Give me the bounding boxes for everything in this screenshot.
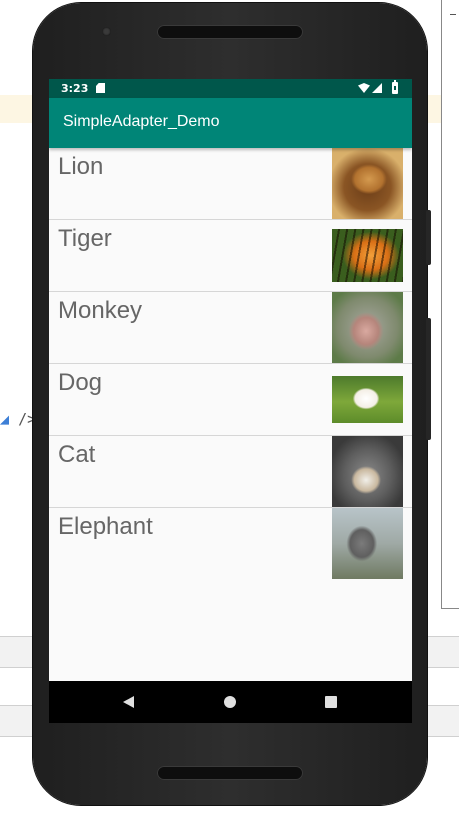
recents-icon[interactable] bbox=[325, 696, 337, 708]
list-item-lion[interactable]: Lion bbox=[49, 148, 412, 220]
cat-image bbox=[332, 436, 403, 507]
volume-button[interactable] bbox=[426, 318, 431, 440]
wifi-icon bbox=[358, 83, 370, 93]
signal-icon bbox=[372, 83, 382, 93]
tiger-image bbox=[332, 229, 403, 282]
monkey-image bbox=[332, 292, 403, 363]
home-icon[interactable] bbox=[224, 696, 236, 708]
list-item-cat[interactable]: Cat bbox=[49, 436, 412, 508]
list-item-label: Tiger bbox=[58, 225, 112, 252]
fold-arrow-icon[interactable]: ◢ bbox=[0, 410, 9, 428]
app-bar: SimpleAdapter_Demo bbox=[49, 98, 412, 148]
ide-code-fragment: ◢ /> bbox=[0, 410, 36, 428]
status-bar: 3:23 bbox=[49, 79, 412, 98]
status-time: 3:23 bbox=[61, 82, 89, 95]
power-button[interactable] bbox=[426, 210, 431, 265]
battery-icon bbox=[392, 80, 398, 94]
list-item-tiger[interactable]: Tiger bbox=[49, 220, 412, 292]
list-item-elephant[interactable]: Elephant bbox=[49, 508, 412, 579]
back-icon[interactable] bbox=[123, 696, 134, 708]
panel-mark-icon bbox=[450, 14, 456, 15]
dog-image bbox=[332, 376, 403, 423]
navigation-bar bbox=[49, 681, 412, 723]
list-item-label: Dog bbox=[58, 369, 103, 396]
device-screen: 3:23 SimpleAdapter_Demo Lion Tiger Monke… bbox=[49, 79, 412, 723]
app-title: SimpleAdapter_Demo bbox=[63, 113, 220, 130]
lion-image bbox=[332, 148, 403, 219]
list-item-label: Monkey bbox=[58, 297, 143, 324]
list-item-monkey[interactable]: Monkey bbox=[49, 292, 412, 364]
list-item-label: Elephant bbox=[58, 513, 153, 540]
bottom-speaker bbox=[157, 766, 303, 780]
animal-list: Lion Tiger Monkey Dog Cat Elephant bbox=[49, 148, 412, 579]
list-item-label: Cat bbox=[58, 441, 96, 468]
camera-icon bbox=[102, 27, 111, 36]
elephant-image bbox=[332, 508, 403, 579]
top-speaker bbox=[157, 25, 303, 39]
list-item-label: Lion bbox=[58, 153, 104, 180]
sd-card-icon bbox=[96, 83, 105, 93]
ide-side-panel bbox=[441, 0, 459, 609]
list-item-dog[interactable]: Dog bbox=[49, 364, 412, 436]
